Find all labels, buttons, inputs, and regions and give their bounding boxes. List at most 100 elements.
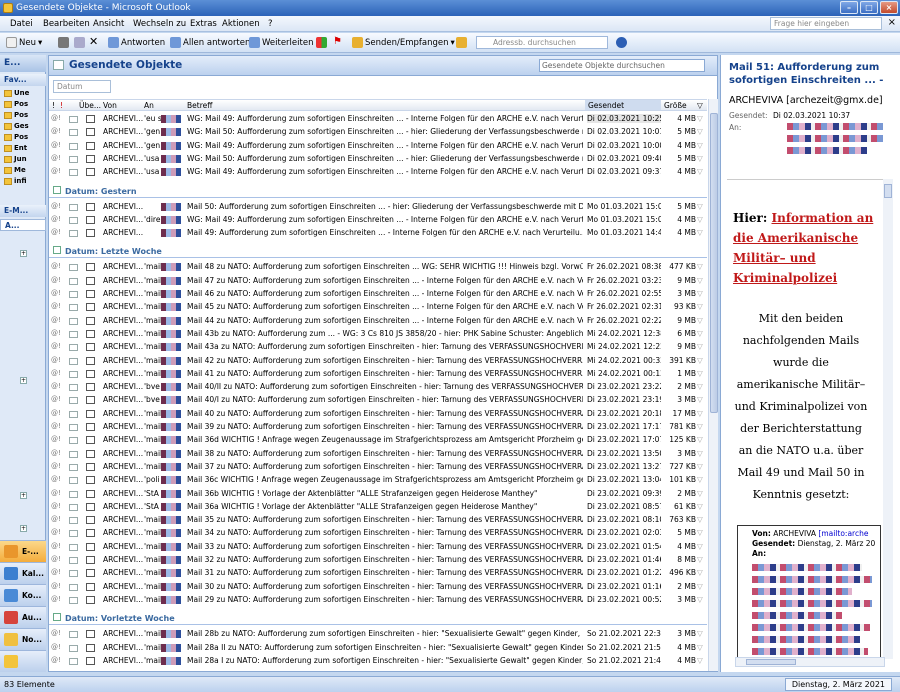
flag-status-icon[interactable]: ▽	[697, 289, 705, 298]
menu-datei[interactable]: Datei	[10, 19, 33, 29]
col-importance[interactable]: !	[60, 101, 63, 110]
flag-status-icon[interactable]: ▽	[697, 555, 705, 564]
send-receive-button[interactable]: Senden/Empfangen ▾	[352, 37, 455, 48]
folder-search-input[interactable]: Gesendete Objekte durchsuchen	[539, 59, 705, 72]
table-row[interactable]: @! ARCHEVI...'mail Mail 28b zu NATO: Auffo…	[49, 628, 707, 641]
flag-button[interactable]: ⚑	[333, 36, 342, 47]
help-button[interactable]	[616, 37, 627, 48]
flag-status-icon[interactable]: ▽	[697, 141, 705, 150]
checkbox[interactable]	[86, 202, 95, 211]
table-row[interactable]: @! ARCHEVI... 'StA Mail 36a WICHTIG ! Vorla…	[49, 501, 707, 514]
fav-folder[interactable]: Me	[4, 166, 44, 174]
table-row[interactable]: @! ARCHEVI... Mail 49: Aufforderung zum so…	[49, 227, 707, 240]
checkbox[interactable]	[86, 303, 95, 312]
table-row[interactable]: @! ARCHEVI...'mail Mail 40 zu NATO: Auffor…	[49, 408, 707, 421]
checkbox[interactable]	[86, 643, 95, 652]
flag-status-icon[interactable]: ▽	[697, 154, 705, 163]
col-sent[interactable]: Gesendet	[585, 100, 661, 110]
checkbox[interactable]	[86, 141, 95, 150]
table-row[interactable]: @! ARCHEVI...'mail Mail 30 zu NATO: Auffor…	[49, 581, 707, 594]
checkbox[interactable]	[86, 343, 95, 352]
close-window-button[interactable]: ×	[880, 1, 898, 14]
flag-status-icon[interactable]: ▽	[697, 595, 705, 604]
table-row[interactable]: @! ARCHEVI...'usa WG: Mail 50: Aufforderun…	[49, 153, 707, 166]
checkbox[interactable]	[86, 154, 95, 163]
flag-status-icon[interactable]: ▽	[697, 342, 705, 351]
new-button[interactable]: Neu ▾	[6, 37, 42, 48]
table-row[interactable]: @! ARCHEVI...'usa WG: Mail 49: Aufforderun…	[49, 166, 707, 179]
menu-wechseln-zu[interactable]: Wechseln zu	[133, 19, 186, 29]
flag-status-icon[interactable]: ▽	[697, 114, 705, 123]
col-flag[interactable]: ▽	[697, 101, 703, 110]
checkbox[interactable]	[86, 396, 95, 405]
flag-status-icon[interactable]: ▽	[697, 475, 705, 484]
flag-status-icon[interactable]: ▽	[697, 215, 705, 224]
flag-status-icon[interactable]: ▽	[697, 643, 705, 652]
menu-help[interactable]: ?	[268, 19, 273, 29]
address-book-search-input[interactable]: Adressb. durchsuchen	[476, 36, 608, 49]
fav-folder[interactable]: infi	[4, 177, 44, 185]
flag-status-icon[interactable]: ▽	[697, 422, 705, 431]
flag-status-icon[interactable]: ▽	[697, 316, 705, 325]
menu-bearbeiten[interactable]: Bearbeiten	[43, 19, 90, 29]
table-row[interactable]: @! ARCHEVI...'mail Mail 48 zu NATO: Auffor…	[49, 261, 707, 274]
table-row[interactable]: @! ARCHEVI...'mail Mail 42 zu NATO: Auffor…	[49, 355, 707, 368]
fav-folder[interactable]: Pos	[4, 111, 44, 119]
checkbox[interactable]	[86, 290, 95, 298]
expand-icon[interactable]: +	[20, 377, 27, 384]
flag-status-icon[interactable]: ▽	[697, 542, 705, 551]
fav-folder[interactable]: Pos	[4, 100, 44, 108]
menu-extras[interactable]: Extras	[190, 19, 217, 29]
table-row[interactable]: @! ARCHEVI...'mail Mail 33 zu NATO: Auffor…	[49, 541, 707, 554]
categorize-button[interactable]	[316, 37, 327, 48]
fav-folder[interactable]: Ges	[4, 122, 44, 130]
reply-button[interactable]: Antworten	[108, 37, 165, 48]
checkbox[interactable]	[86, 383, 95, 392]
checkbox[interactable]	[86, 582, 95, 591]
checkbox[interactable]	[86, 423, 95, 431]
checkbox[interactable]	[86, 168, 95, 177]
flag-status-icon[interactable]: ▽	[697, 515, 705, 524]
mail-folders-section[interactable]: E-M...	[0, 205, 46, 217]
nav-calendar-button[interactable]: Kal...	[0, 562, 46, 584]
fav-folder[interactable]: Ent	[4, 144, 44, 152]
checkbox[interactable]	[86, 595, 95, 604]
all-mail-dropdown[interactable]: A...	[0, 219, 46, 231]
reading-scroll-thumb[interactable]	[884, 184, 892, 198]
checkbox[interactable]	[86, 516, 95, 525]
flag-status-icon[interactable]: ▽	[697, 202, 705, 211]
help-search-input[interactable]: Frage hier eingeben	[770, 17, 882, 30]
table-row[interactable]: @! ARCHEVI...'bve Mail 40/I zu NATO: Auffo…	[49, 394, 707, 407]
table-row[interactable]: @! ARCHEVI...'bve Mail 40/II zu NATO: Auff…	[49, 381, 707, 394]
checkbox[interactable]	[86, 502, 95, 511]
checkbox[interactable]	[86, 215, 95, 224]
nav-mail-button[interactable]: E-...	[0, 540, 46, 562]
table-row[interactable]: @! ARCHEVI...'mail Mail 39 zu NATO: Auffor…	[49, 421, 707, 434]
forward-button[interactable]: Weiterleiten	[249, 37, 313, 48]
table-row[interactable]: @! ARCHEVI...'mail Mail 45 zu NATO: Auffor…	[49, 301, 707, 314]
flag-status-icon[interactable]: ▽	[697, 489, 705, 498]
favorites-section[interactable]: Fav...	[0, 74, 46, 86]
reading-vertical-scrollbar[interactable]	[883, 179, 893, 659]
reply-all-button[interactable]: Allen antworten	[170, 37, 250, 48]
table-row[interactable]: @! ARCHEVI...'mail Mail 44 zu NATO: Auffor…	[49, 315, 707, 328]
flag-status-icon[interactable]: ▽	[697, 262, 705, 271]
table-row[interactable]: @! ARCHEVI...'mail Mail 36d WICHTIG ! Anfr…	[49, 434, 707, 447]
nav-contacts-button[interactable]: Ko...	[0, 584, 46, 606]
table-row[interactable]: @! ARCHEVI...'mail Mail 38 zu NATO: Auffor…	[49, 448, 707, 461]
expand-icon[interactable]: +	[20, 525, 27, 532]
menu-ansicht[interactable]: Ansicht	[93, 19, 124, 29]
maximize-button[interactable]: □	[860, 1, 878, 14]
flag-status-icon[interactable]: ▽	[697, 568, 705, 577]
table-row[interactable]: @! ARCHEVI...'poli Mail 36c WICHTIG ! Anfr…	[49, 474, 707, 487]
table-row[interactable]: @! ARCHEVI...'mail Mail 29 zu NATO: Auffor…	[49, 594, 707, 607]
checkbox[interactable]	[86, 409, 95, 418]
flag-status-icon[interactable]: ▽	[697, 528, 705, 537]
table-row[interactable]: @! ARCHEVI...'mail Mail 34 zu NATO: Auffor…	[49, 527, 707, 540]
flag-status-icon[interactable]: ▽	[697, 435, 705, 444]
table-row[interactable]: @! ARCHEVI...'eu s WG: Mail 49: Aufforderu…	[49, 113, 707, 126]
checkbox[interactable]	[86, 329, 95, 338]
checkbox[interactable]	[86, 630, 95, 639]
col-size[interactable]: Größe	[664, 101, 687, 110]
table-row[interactable]: @! ARCHEVI...'mail Mail 31 zu NATO: Auffor…	[49, 567, 707, 580]
